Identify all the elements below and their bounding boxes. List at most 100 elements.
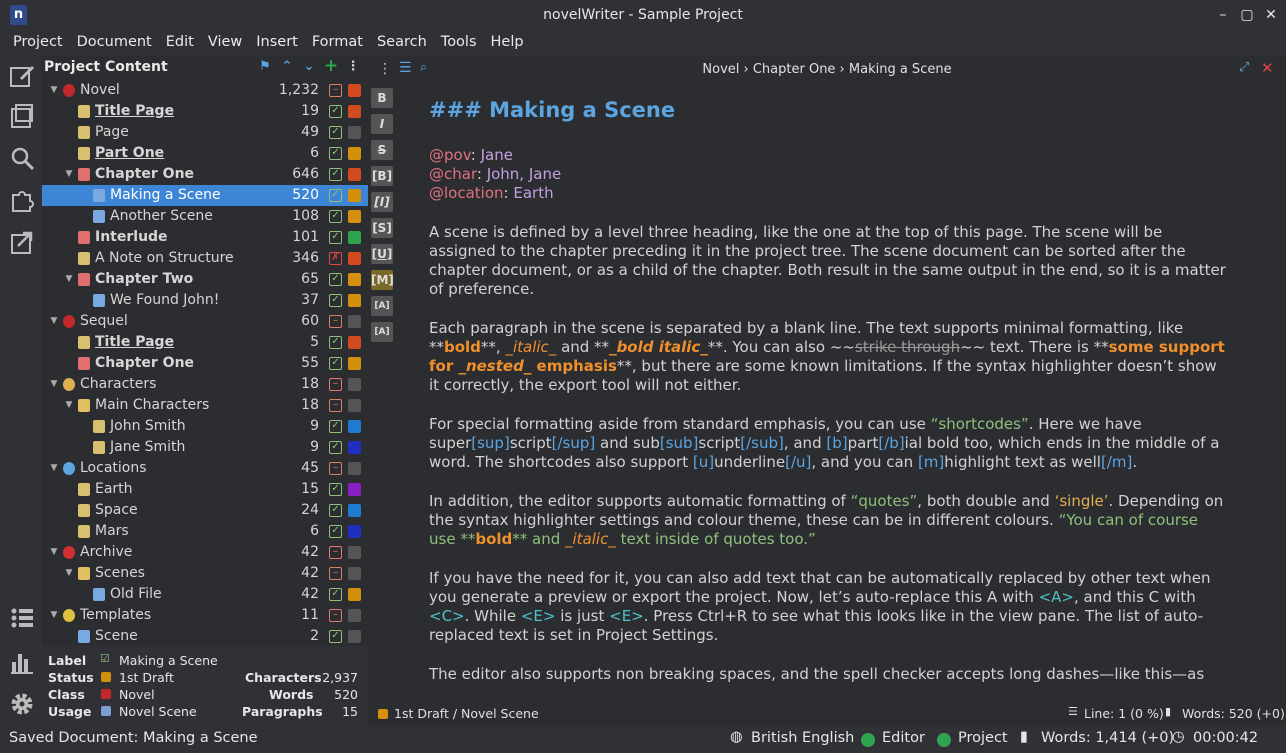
tree-row[interactable]: Part One 6 ✓ [42,143,368,164]
close-window-icon[interactable]: ✕ [1261,5,1281,25]
plugin-icon[interactable] [8,186,36,214]
tree-row[interactable]: Space 24 ✓ [42,500,368,521]
tree-row[interactable]: Interlude 101 ✓ [42,227,368,248]
tree-row[interactable]: We Found John! 37 ✓ [42,290,368,311]
shortcode-strike-button[interactable]: [S] [371,218,393,238]
active-check-icon[interactable]: ✓ [329,420,342,433]
search-icon[interactable] [8,144,36,172]
active-check-icon[interactable]: ✓ [329,504,342,517]
expand-arrow-icon[interactable]: ▼ [63,269,75,290]
underline-button[interactable]: [U] [371,244,393,264]
tree-row[interactable]: Earth 15 ✓ [42,479,368,500]
mixed-check-icon[interactable]: – [329,609,342,622]
maximize-icon[interactable]: ▢ [1237,5,1257,25]
mixed-check-icon[interactable]: – [329,567,342,580]
superscript-button[interactable]: [A] [371,296,393,316]
minimize-icon[interactable]: – [1213,5,1233,25]
outline-icon[interactable] [8,604,36,632]
tree-row[interactable]: Page 49 ✓ [42,122,368,143]
mixed-check-icon[interactable]: – [329,315,342,328]
move-down-icon[interactable]: ⌄ [301,59,317,74]
status-language[interactable]: British English [751,730,854,746]
active-check-icon[interactable]: ✓ [329,126,342,139]
active-check-icon[interactable]: ✓ [329,357,342,370]
expand-arrow-icon[interactable]: ▼ [48,374,60,395]
add-item-icon[interactable]: + [323,56,339,76]
menu-help[interactable]: Help [484,30,531,54]
tree-row[interactable]: Old File 42 ✓ [42,584,368,605]
active-check-icon[interactable]: ✓ [329,441,342,454]
menu-project[interactable]: Project [6,30,70,54]
menu-search[interactable]: Search [370,30,434,54]
tree-row[interactable]: Chapter One 55 ✓ [42,353,368,374]
tree-row[interactable]: ▼ Main Characters 18– [42,395,368,416]
shortcode-bold-button[interactable]: [B] [371,166,393,186]
menu-insert[interactable]: Insert [249,30,305,54]
expand-arrow-icon[interactable]: ▼ [63,563,75,584]
tree-row[interactable]: Making a Scene 520 ✓ [42,185,368,206]
active-check-icon[interactable]: ✓ [329,189,342,202]
active-check-icon[interactable]: ✓ [329,273,342,286]
tree-row[interactable]: ▼ Sequel 60– [42,311,368,332]
menu-document[interactable]: Document [70,30,159,54]
active-check-icon[interactable]: ✓ [329,336,342,349]
tree-row[interactable]: ▼ Archive 42– [42,542,368,563]
mixed-check-icon[interactable]: – [329,84,342,97]
mixed-check-icon[interactable]: – [329,378,342,391]
mixed-check-icon[interactable]: – [329,462,342,475]
tree-row[interactable]: ▼ Chapter One 646 ✓ [42,164,368,185]
close-doc-icon[interactable]: ✕ [1261,59,1274,77]
expand-arrow-icon[interactable]: ▼ [48,458,60,479]
mixed-check-icon[interactable]: – [329,546,342,559]
inactive-check-icon[interactable]: ✗ [329,252,342,265]
document-editor[interactable]: ### Making a Scene @pov: Jane @char: John… [429,96,1229,686]
expand-arrow-icon[interactable]: ▼ [63,395,75,416]
tree-row[interactable]: Scene 2 ✓ [42,626,368,647]
active-check-icon[interactable]: ✓ [329,630,342,643]
expand-arrow-icon[interactable]: ▼ [48,80,60,101]
menu-edit[interactable]: Edit [159,30,201,54]
expand-arrow-icon[interactable]: ▼ [63,164,75,185]
menu-view[interactable]: View [201,30,249,54]
tree-row[interactable]: Title Page 5 ✓ [42,332,368,353]
active-check-icon[interactable]: ✓ [329,294,342,307]
menu-format[interactable]: Format [305,30,370,54]
tree-row[interactable]: ▼ Novel 1,232– [42,80,368,101]
bookmark-icon[interactable]: ⚑ [257,59,273,74]
tree-row[interactable]: Title Page 19 ✓ [42,101,368,122]
tree-row[interactable]: ▼ Templates 11– [42,605,368,626]
active-check-icon[interactable]: ✓ [329,147,342,160]
italic-button[interactable]: I [371,114,393,134]
tree-row[interactable]: ▼ Characters 18– [42,374,368,395]
export-icon[interactable] [8,228,36,256]
expand-arrow-icon[interactable]: ▼ [48,542,60,563]
tree-row[interactable]: John Smith 9 ✓ [42,416,368,437]
active-check-icon[interactable]: ✓ [329,105,342,118]
expand-arrow-icon[interactable]: ▼ [48,605,60,626]
highlight-button[interactable]: [M] [371,270,394,290]
active-check-icon[interactable]: ✓ [329,168,342,181]
tree-row[interactable]: ▼ Chapter Two 65 ✓ [42,269,368,290]
tree-row[interactable]: Mars 6 ✓ [42,521,368,542]
edit-project-icon[interactable] [8,62,36,90]
strike-button[interactable]: S [371,140,393,160]
active-check-icon[interactable]: ✓ [329,231,342,244]
mixed-check-icon[interactable]: – [329,399,342,412]
tree-row[interactable]: ▼ Scenes 42– [42,563,368,584]
tree-row[interactable]: ▼ Locations 45– [42,458,368,479]
settings-gear-icon[interactable] [8,690,36,718]
more-options-icon[interactable]: ⋮ [345,59,361,74]
shortcode-italic-button[interactable]: [I] [371,192,393,212]
bold-button[interactable]: B [371,88,393,108]
active-check-icon[interactable]: ✓ [329,525,342,538]
active-check-icon[interactable]: ✓ [329,483,342,496]
tree-row[interactable]: Jane Smith 9 ✓ [42,437,368,458]
focus-mode-icon[interactable]: ⤢ [1239,60,1249,75]
view-documents-icon[interactable] [8,102,36,130]
tree-row[interactable]: A Note on Structure 346 ✗ [42,248,368,269]
active-check-icon[interactable]: ✓ [329,210,342,223]
expand-arrow-icon[interactable]: ▼ [48,311,60,332]
menu-tools[interactable]: Tools [434,30,484,54]
move-up-icon[interactable]: ⌃ [279,59,295,74]
subscript-button[interactable]: [A] [371,322,393,342]
